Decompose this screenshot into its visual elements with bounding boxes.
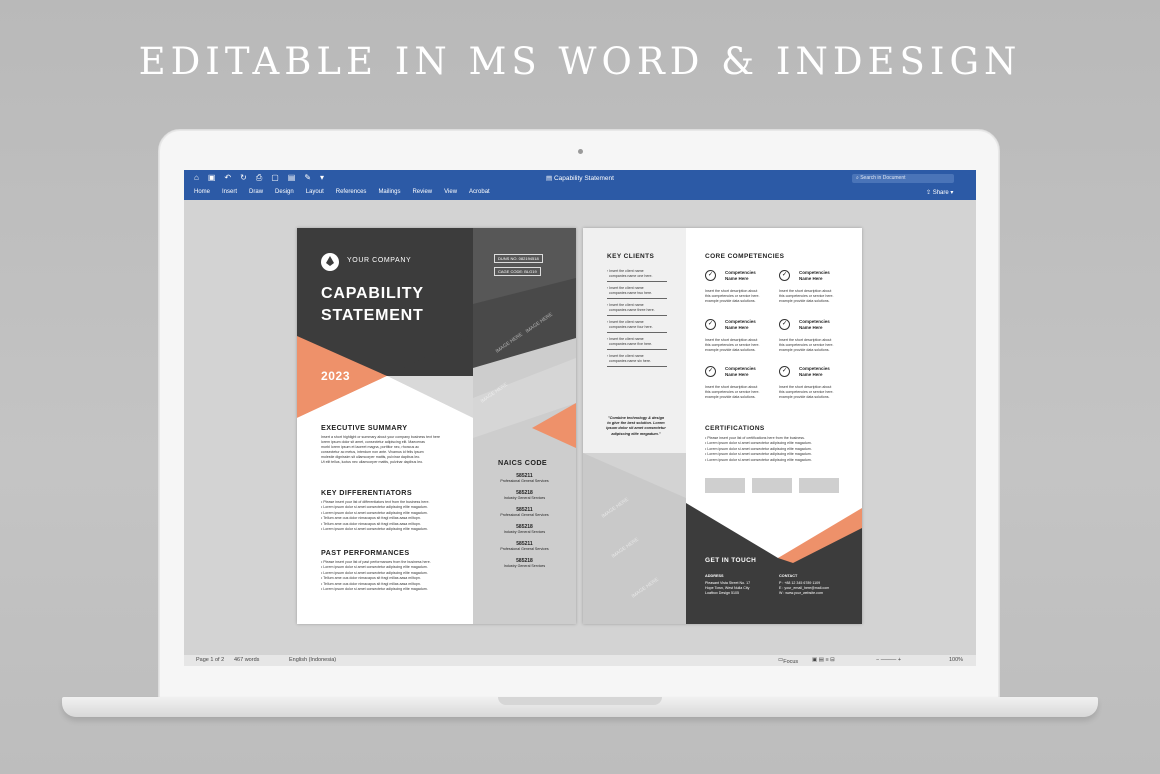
clients-list: › Insert the client name companies name … <box>607 269 667 371</box>
clients-title: KEY CLIENTS <box>607 253 655 260</box>
language[interactable]: English (Indonesia) <box>289 657 336 663</box>
ribbon-tabs: Home Insert Draw Design Layout Reference… <box>194 189 490 195</box>
page-1: IMAGE HERE IMAGE HERE IMAGE HERE YOUR COMP… <box>297 228 576 624</box>
title-line-1: CAPABILITY <box>321 285 424 302</box>
exec-title: EXECUTIVE SUMMARY <box>321 423 408 432</box>
address-label: ADDRESS <box>705 574 724 578</box>
duns-box: DUNS NO. 082194518 <box>494 254 543 263</box>
tab-references[interactable]: References <box>336 189 367 195</box>
touch-title: GET IN TOUCH <box>705 557 757 564</box>
tab-view[interactable]: View <box>444 189 457 195</box>
exec-text: Insert a short highlight or summary abou… <box>321 435 441 464</box>
year: 2023 <box>321 369 351 383</box>
tab-home[interactable]: Home <box>194 189 210 195</box>
tab-review[interactable]: Review <box>412 189 432 195</box>
contact-label: CONTACT <box>779 574 798 578</box>
check-circle-icon: ✓ <box>705 270 716 281</box>
tab-layout[interactable]: Layout <box>306 189 324 195</box>
cert-list: • Please insert your list of certificati… <box>705 436 812 462</box>
tab-draw[interactable]: Draw <box>249 189 263 195</box>
page-count[interactable]: Page 1 of 2 <box>196 657 224 663</box>
status-bar: Page 1 of 2 467 words English (Indonesia… <box>184 655 976 666</box>
cert-logo-placeholder <box>799 478 839 493</box>
core-title: CORE COMPETENCIES <box>705 253 785 260</box>
page-2: IMAGE HERE IMAGE HERE IMAGE HERE KEY CLIEN… <box>583 228 862 624</box>
focus-button[interactable]: ▭ Focus <box>778 657 798 665</box>
tab-mailings[interactable]: Mailings <box>378 189 400 195</box>
address: Pleasant Vista Street No. 17 Hope Town, W… <box>705 581 751 595</box>
check-circle-icon: ✓ <box>779 319 790 330</box>
contact: P : +88 12 345 6789 1109 E : your_email_h… <box>779 581 830 595</box>
cage-box: CAGE CODE: BLG19 <box>494 267 541 276</box>
zoom-slider[interactable]: − ──── + <box>876 657 901 663</box>
headline: EDITABLE IN MS WORD & INDESIGN <box>138 40 1022 83</box>
tab-design[interactable]: Design <box>275 189 294 195</box>
cert-logo-placeholder <box>752 478 792 493</box>
check-circle-icon: ✓ <box>705 366 716 377</box>
search-input[interactable]: ⌕ Search in Document <box>852 174 954 183</box>
tab-acrobat[interactable]: Acrobat <box>469 189 490 195</box>
cert-title: CERTIFICATIONS <box>705 425 765 432</box>
past-title: PAST PERFORMANCES <box>321 548 410 557</box>
laptop-notch <box>498 697 662 705</box>
title-line-2: STATEMENT <box>321 307 424 324</box>
quote: "Combine technology & design to give the … <box>606 416 666 436</box>
zoom-level: 100% <box>949 657 964 663</box>
word-count[interactable]: 467 words <box>234 657 259 663</box>
word-window: ⌂ ▣ ↶ ↻ ⎙ ▢ ▤ ✎ ▾ ▤ Capability Statement… <box>184 170 976 666</box>
company-name: YOUR COMPANY <box>347 257 412 264</box>
tab-insert[interactable]: Insert <box>222 189 237 195</box>
check-circle-icon: ✓ <box>779 366 790 377</box>
laptop-base <box>62 697 1098 717</box>
view-icons[interactable]: ▣ ▤ ≡ ⊟ <box>812 657 835 663</box>
diff-list: • Please insert your list of differentia… <box>321 500 430 532</box>
naics-list: 585211 Professional General Services 5852… <box>500 473 549 568</box>
share-button[interactable]: ⇪ Share ▾ <box>926 189 953 196</box>
naics-title: NAICS CODE <box>498 458 548 467</box>
cert-logo-placeholder <box>705 478 745 493</box>
check-circle-icon: ✓ <box>705 319 716 330</box>
diff-title: KEY DIFFERENTIATORS <box>321 488 413 497</box>
camera-icon <box>578 149 583 154</box>
ribbon: ⌂ ▣ ↶ ↻ ⎙ ▢ ▤ ✎ ▾ ▤ Capability Statement… <box>184 170 976 200</box>
check-circle-icon: ✓ <box>779 270 790 281</box>
past-list: • Please insert your list of past perfor… <box>321 560 431 592</box>
